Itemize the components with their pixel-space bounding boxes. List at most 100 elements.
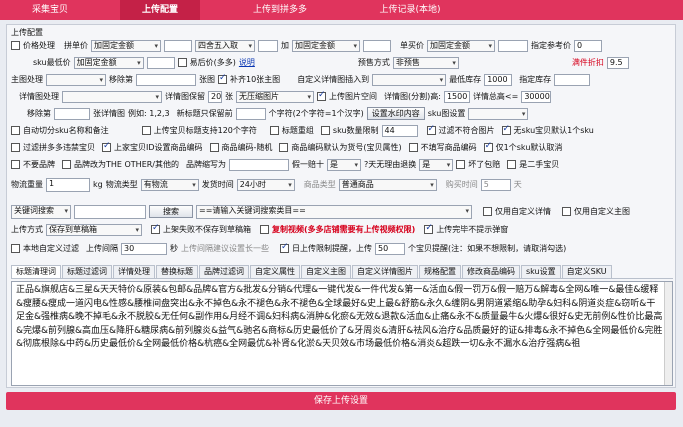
fake-select[interactable]: 是 — [327, 158, 362, 171]
copy-video-checkbox[interactable] — [260, 225, 269, 234]
main-image-select[interactable] — [46, 73, 106, 86]
ref-price-input[interactable]: 0 — [574, 39, 602, 52]
sku-image-select[interactable] — [468, 107, 529, 120]
title-reorg-label: 标题重组 — [281, 126, 314, 135]
spec-stock-input[interactable] — [554, 73, 591, 86]
split-input[interactable]: 1500 — [443, 90, 470, 103]
daily-limit-checkbox[interactable] — [280, 242, 289, 253]
remove-detail-input[interactable] — [54, 107, 90, 120]
group-price-input[interactable] — [164, 39, 192, 52]
local-filter-checkbox[interactable] — [11, 244, 20, 253]
code-sku-checkbox[interactable] — [279, 143, 289, 152]
split-sku-checkbox[interactable] — [11, 126, 20, 135]
title-reorg-checkbox[interactable] — [269, 126, 279, 135]
plus-input[interactable] — [363, 39, 391, 52]
fail-no-draft-checkbox[interactable] — [151, 223, 160, 234]
only-custom-main-checkbox[interactable] — [562, 207, 571, 216]
rounding-select[interactable]: 四舍五入取 — [195, 39, 255, 52]
no-brand-checkbox[interactable] — [11, 160, 20, 169]
title-clean-text: 正品&旗舰店&三星&天天特价&原装&包邮&品牌&官方&批发&分销&代理&一键代发… — [16, 285, 663, 349]
single-sku-cancel-checkbox[interactable] — [483, 141, 493, 152]
no-brand-label: 不要品牌 — [23, 160, 55, 169]
category-select[interactable]: ==请输入关键词搜索类目== — [196, 204, 472, 219]
tab-title-filter[interactable]: 标题过滤词 — [62, 265, 112, 278]
title-clean-textarea[interactable]: 正品&旗舰店&三星&天天特价&原装&包邮&品牌&官方&批发&分销&代理&一键代发… — [11, 281, 673, 386]
day-label: 天 — [513, 180, 522, 189]
keep-input[interactable]: 20 — [208, 90, 222, 103]
sku-limit-input[interactable]: 44 — [381, 124, 418, 137]
tab-sku-settings[interactable]: sku设置 — [521, 265, 561, 278]
search-button[interactable]: 搜索 — [149, 205, 193, 218]
save-upload-settings-button[interactable]: 保存上传设置 — [6, 392, 676, 410]
title-120-label: 上传宝贝标题支持120个字符 — [153, 126, 257, 135]
total-input[interactable]: 30000 — [521, 90, 552, 103]
tab-custom-detail[interactable]: 自定义详情图片 — [352, 265, 418, 278]
sku-min-select[interactable]: 加固定金额 — [73, 56, 144, 69]
ship-time-select[interactable]: 24小时 — [236, 178, 295, 191]
single-price-input[interactable] — [498, 39, 528, 52]
sku-limit-checkbox[interactable] — [320, 126, 330, 135]
price-checkbox[interactable] — [11, 41, 20, 50]
broken-pay-checkbox[interactable] — [456, 160, 466, 169]
single-price-select[interactable]: 加固定金额 — [427, 39, 495, 52]
yixiao-checkbox[interactable] — [177, 58, 187, 67]
presale-select[interactable]: 非预售 — [392, 56, 459, 69]
daily-limit-input[interactable]: 50 — [375, 242, 405, 255]
fake-label: 假一赔十 — [292, 160, 325, 169]
tab-edit-code[interactable]: 修改商品编码 — [462, 265, 520, 278]
tab-custom-sku[interactable]: 自定义SKU — [561, 265, 612, 278]
upload-mode-select[interactable]: 保存到草稿箱 — [46, 223, 142, 236]
fill-checkbox[interactable] — [218, 73, 227, 84]
tab-custom-main[interactable]: 自定义主图 — [301, 265, 351, 278]
random-code-checkbox[interactable] — [209, 143, 219, 152]
tab-title-clean[interactable]: 标题清理词 — [11, 265, 61, 278]
local-filter-label: 本地自定义过滤 — [23, 244, 79, 253]
watermark-button[interactable]: 设置水印内容 — [366, 107, 425, 120]
only-custom-detail-checkbox[interactable] — [483, 207, 492, 216]
help-link[interactable]: 说明 — [239, 57, 255, 68]
discount-input[interactable]: 9.5 — [606, 56, 629, 69]
custom-detail-select[interactable] — [372, 73, 447, 86]
tab-replace-title[interactable]: 替换标题 — [156, 265, 198, 278]
keyword-mode-select[interactable]: 关键词搜索 — [11, 204, 71, 219]
space-checkbox[interactable] — [317, 90, 326, 101]
keyword-input[interactable] — [74, 204, 146, 219]
title-120-checkbox[interactable] — [141, 126, 151, 135]
remove-input[interactable] — [136, 73, 196, 86]
tab-custom-attr[interactable]: 自定义属性 — [250, 265, 300, 278]
logistics-type-select[interactable]: 有物流 — [140, 178, 199, 191]
tab-upload-records[interactable]: 上传记录(本地) — [360, 0, 460, 20]
brand-other-checkbox[interactable] — [62, 160, 71, 169]
rounding-input[interactable] — [258, 39, 278, 52]
no-code-checkbox[interactable] — [408, 143, 418, 152]
no-popup-checkbox[interactable] — [424, 223, 434, 234]
upstream-id-checkbox[interactable] — [102, 141, 111, 152]
brand-abbr-input[interactable] — [229, 158, 290, 171]
new-title-input[interactable] — [235, 107, 266, 120]
plus-select[interactable]: 加固定金额 — [292, 39, 360, 52]
tab-brand-filter[interactable]: 品牌过滤词 — [199, 265, 249, 278]
min-stock-input[interactable]: 1000 — [484, 73, 513, 86]
tab-collect[interactable]: 采集宝贝 — [0, 0, 100, 20]
sku-min-label: sku最低价 — [33, 58, 71, 67]
filter-banned-checkbox[interactable] — [11, 143, 20, 152]
default-sku-checkbox[interactable] — [501, 124, 511, 135]
detail-select[interactable] — [62, 90, 162, 103]
tab-spec[interactable]: 规格配置 — [419, 265, 461, 278]
textarea-scrollbar[interactable] — [664, 282, 672, 385]
return-select[interactable]: 是 — [419, 158, 454, 171]
group-price-select[interactable]: 加固定金额 — [91, 39, 161, 52]
interval-input[interactable]: 30 — [121, 242, 167, 255]
new-title-label: 新标题只保留前 — [176, 109, 233, 118]
compress-select[interactable]: 无压缩图片 — [236, 90, 314, 103]
second-hand-label: 是二手宝贝 — [519, 160, 560, 169]
weight-input[interactable]: 1 — [46, 177, 90, 192]
tab-detail[interactable]: 详情处理 — [113, 265, 155, 278]
filter-image-checkbox[interactable] — [426, 124, 436, 135]
tab-upload-pdd[interactable]: 上传到拼多多 — [230, 0, 330, 20]
second-hand-checkbox[interactable] — [507, 160, 517, 169]
tab-upload-config[interactable]: 上传配置 — [120, 0, 200, 20]
product-type-select[interactable]: 普通商品 — [338, 178, 437, 191]
sku-min-input[interactable] — [146, 56, 175, 69]
buy-limit-input[interactable]: 5 — [480, 178, 511, 191]
